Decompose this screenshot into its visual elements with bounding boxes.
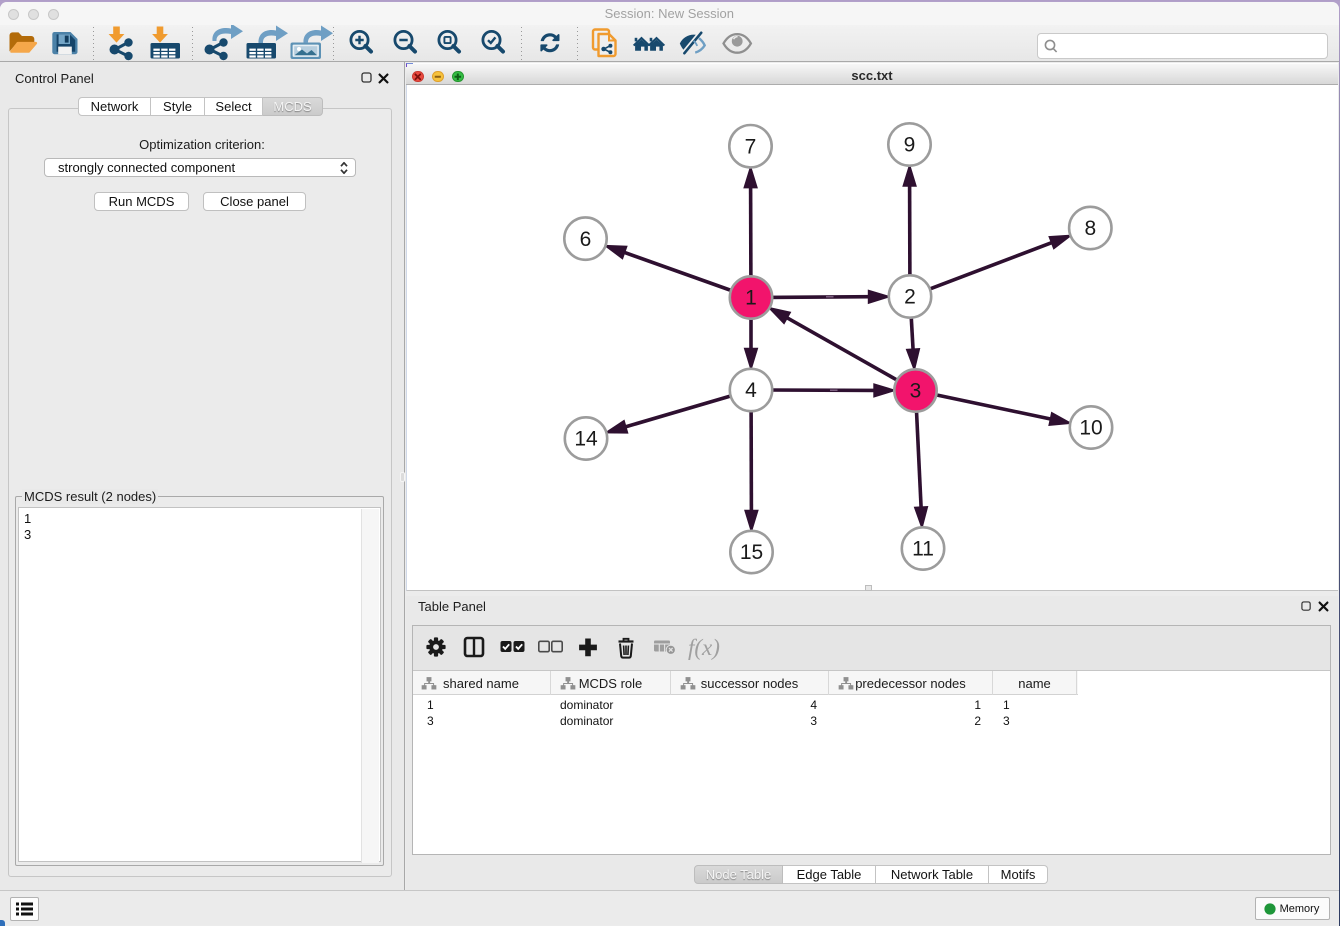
svg-text:9: 9 <box>904 134 916 157</box>
svg-text:10: 10 <box>1079 417 1102 440</box>
svg-text:7: 7 <box>745 136 757 159</box>
svg-text:4: 4 <box>745 380 757 403</box>
svg-text:1: 1 <box>745 287 757 310</box>
svg-text:f(x): f(x) <box>688 635 720 660</box>
svg-text:11: 11 <box>912 538 934 561</box>
svg-text:14: 14 <box>574 428 598 451</box>
svg-text:8: 8 <box>1084 218 1096 241</box>
svg-text:3: 3 <box>910 380 922 403</box>
svg-text:15: 15 <box>740 542 763 565</box>
svg-text:6: 6 <box>580 228 592 251</box>
svg-text:2: 2 <box>904 286 916 309</box>
